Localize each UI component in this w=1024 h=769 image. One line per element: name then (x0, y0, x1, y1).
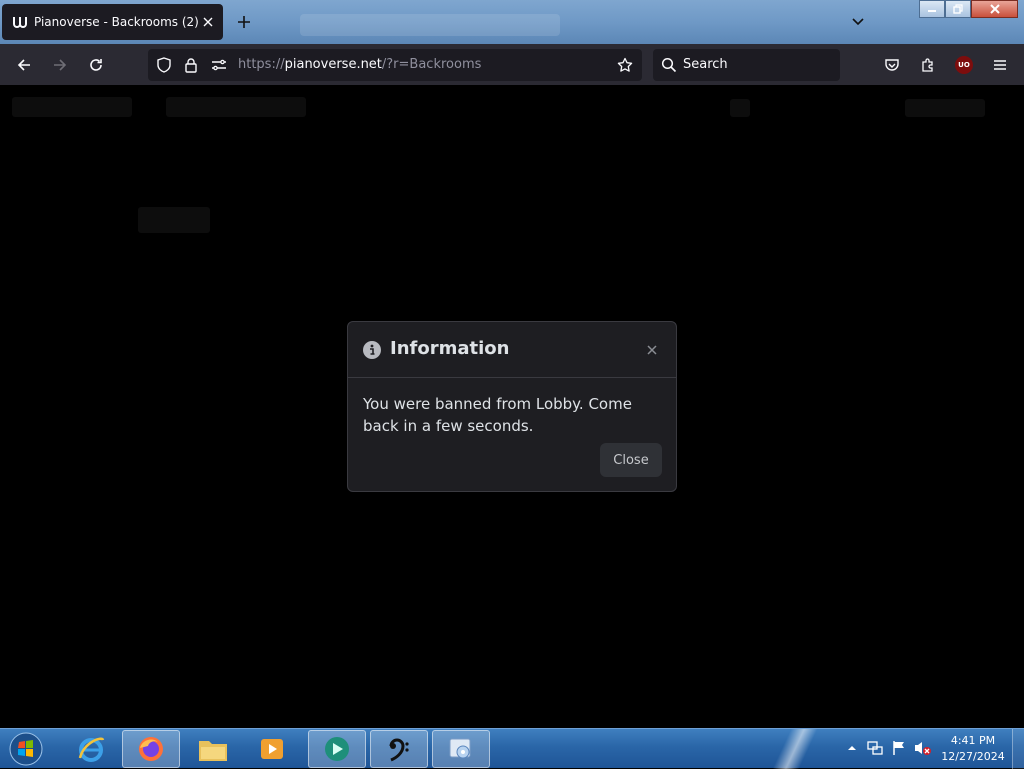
green-play-app-icon[interactable] (308, 730, 366, 768)
hamburger-menu-icon[interactable] (985, 50, 1015, 80)
network-icon[interactable] (866, 739, 884, 757)
navigation-toolbar: https://pianoverse.net/?r=Backrooms Sear… (0, 44, 1024, 85)
reload-button[interactable] (81, 50, 111, 80)
bookmark-star-icon[interactable] (617, 57, 633, 73)
system-clock[interactable]: 4:41 PM 12/27/2024 (938, 733, 1008, 765)
dialog-header: Information (348, 322, 676, 378)
browser-tab[interactable]: Pianoverse - Backrooms (2) (2, 4, 223, 40)
info-icon (363, 341, 381, 359)
back-button[interactable] (9, 50, 39, 80)
minimize-button[interactable] (919, 0, 945, 18)
dialog-title: Information (390, 338, 510, 359)
close-button[interactable]: Close (600, 443, 662, 477)
list-all-tabs-icon[interactable] (846, 10, 870, 34)
media-player-icon[interactable] (243, 730, 301, 768)
action-center-flag-icon[interactable] (890, 739, 908, 757)
web-page-backdrop: Information You were banned from Lobby. … (0, 85, 1024, 728)
volume-muted-icon[interactable] (914, 739, 932, 757)
internet-explorer-icon[interactable] (62, 730, 120, 768)
window-controls (919, 0, 1018, 18)
firefox-taskbar-icon[interactable] (122, 730, 180, 768)
media-center-icon[interactable] (432, 730, 490, 768)
dialog-close-icon[interactable] (642, 340, 662, 360)
permissions-icon[interactable] (211, 57, 227, 73)
search-placeholder: Search (683, 57, 728, 72)
header-icons-dimmed (905, 99, 985, 117)
dialog-message: You were banned from Lobby. Come back in… (363, 395, 632, 435)
url-host: pianoverse.net (284, 57, 382, 72)
lock-icon[interactable] (183, 57, 199, 73)
show-hidden-icons-icon[interactable] (843, 739, 861, 757)
information-dialog: Information You were banned from Lobby. … (347, 321, 677, 492)
ublock-origin-icon[interactable]: UO (949, 50, 979, 80)
search-icon (661, 57, 677, 73)
url-text: https://pianoverse.net/?r=Backrooms (238, 57, 481, 72)
toolbar-icon-dimmed (730, 99, 750, 117)
window-titlebar: Pianoverse - Backrooms (2) (0, 0, 1024, 44)
search-input[interactable]: Search (653, 49, 840, 81)
new-tab-icon[interactable] (232, 10, 256, 34)
room-name-dimmed (166, 97, 306, 117)
taskbar-glare (760, 729, 830, 769)
url-prefix: https:// (238, 57, 285, 72)
start-button[interactable] (6, 730, 46, 768)
file-explorer-icon[interactable] (184, 730, 242, 768)
url-bar[interactable]: https://pianoverse.net/?r=Backrooms (148, 49, 642, 81)
restore-button[interactable] (945, 0, 971, 18)
bass-clef-app-icon[interactable] (370, 730, 428, 768)
tab-close-icon[interactable] (199, 11, 217, 33)
show-desktop-button[interactable] (1012, 729, 1024, 769)
forward-button[interactable] (45, 50, 75, 80)
site-logo-dimmed (12, 97, 132, 117)
tab-title: Pianoverse - Backrooms (2) (34, 15, 199, 29)
url-path: /?r=Backrooms (381, 57, 482, 72)
tracking-protection-shield-icon[interactable] (156, 57, 172, 73)
window-close-button[interactable] (971, 0, 1018, 18)
pianoverse-favicon-icon (12, 14, 28, 30)
chat-element-dimmed (138, 207, 210, 233)
windows-taskbar: 4:41 PM 12/27/2024 (0, 728, 1024, 769)
clock-date: 12/27/2024 (941, 750, 1005, 763)
background-blur (300, 14, 560, 36)
extensions-puzzle-icon[interactable] (913, 50, 943, 80)
clock-time: 4:41 PM (950, 734, 996, 747)
pocket-icon[interactable] (877, 50, 907, 80)
